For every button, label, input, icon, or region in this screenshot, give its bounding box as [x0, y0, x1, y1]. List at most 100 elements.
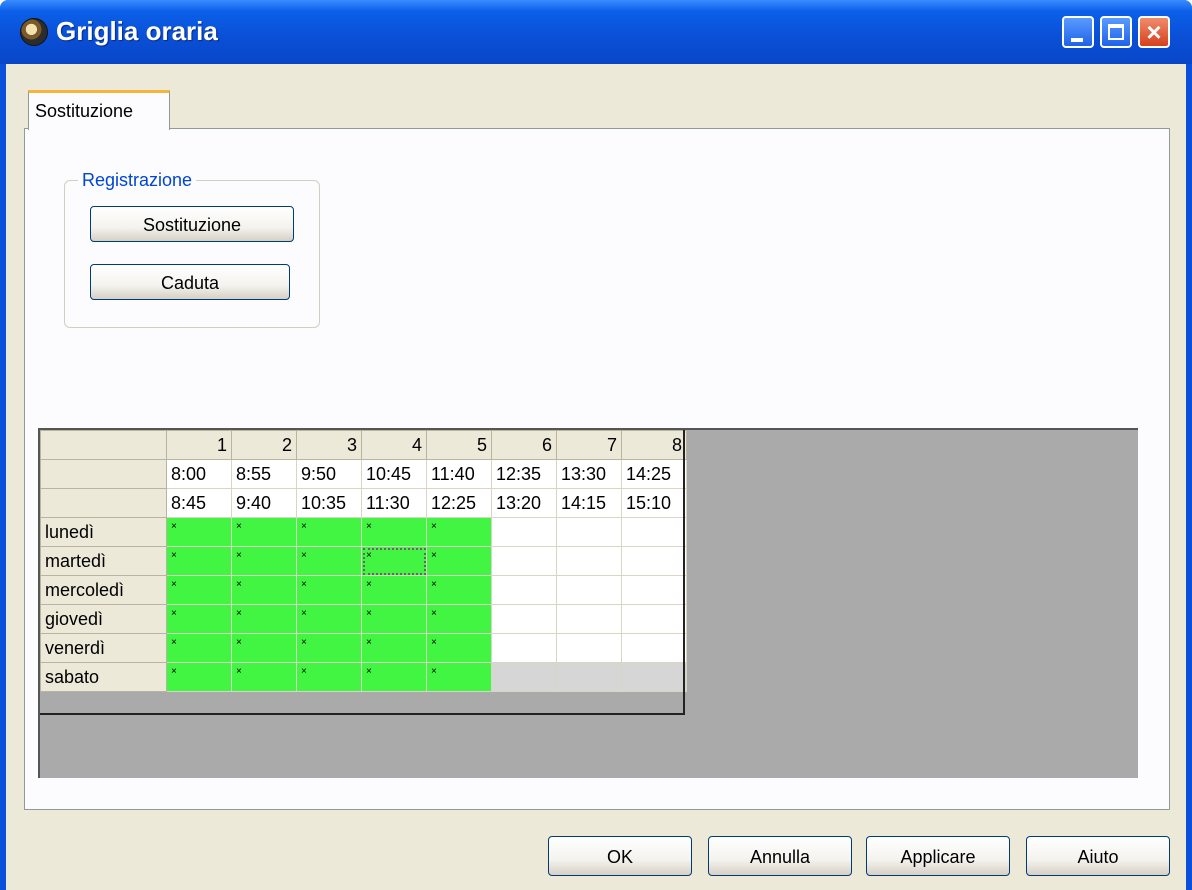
end-time-cell: 14:15	[556, 488, 622, 518]
timetable-cell[interactable]: ×	[361, 604, 427, 634]
start-time-cell: 9:50	[296, 459, 362, 489]
day-label: venerdì	[40, 633, 167, 663]
timetable-grid: 1 2 3 4 5 6 7 8 8:00 8:55 9:50 10:45 11:40 12:35 13:30…	[40, 430, 687, 692]
aiuto-button[interactable]: Aiuto	[1026, 836, 1170, 876]
period-number-cell: 7	[556, 430, 622, 460]
period-number-cell: 3	[296, 430, 362, 460]
end-time-cell: 10:35	[296, 488, 362, 518]
maximize-icon	[1108, 24, 1124, 40]
timetable-cell[interactable]	[621, 604, 687, 634]
timetable-cell[interactable]: ×	[166, 575, 232, 605]
applicare-button[interactable]: Applicare	[866, 836, 1010, 876]
timetable-cell[interactable]	[621, 517, 687, 547]
period-number-cell: 2	[231, 430, 297, 460]
timetable-cell[interactable]: ×	[361, 546, 427, 576]
close-icon: ×	[1146, 17, 1162, 47]
timetable-cell[interactable]	[621, 633, 687, 663]
timetable-cell[interactable]: ×	[296, 517, 362, 547]
timetable-cell[interactable]: ×	[166, 633, 232, 663]
corner-cell	[40, 459, 167, 489]
timetable-cell[interactable]: ×	[296, 546, 362, 576]
sostituzione-button[interactable]: Sostituzione	[90, 206, 294, 242]
start-time-cell: 11:40	[426, 459, 492, 489]
end-time-cell: 15:10	[621, 488, 687, 518]
start-time-cell: 10:45	[361, 459, 427, 489]
corner-cell	[40, 488, 167, 518]
timetable-cell[interactable]: ×	[296, 604, 362, 634]
timetable-cell[interactable]: ×	[231, 604, 297, 634]
timetable-cell[interactable]: ×	[426, 604, 492, 634]
timetable-cell[interactable]: ×	[231, 546, 297, 576]
timetable-cell[interactable]	[491, 546, 557, 576]
ok-button[interactable]: OK	[548, 836, 692, 876]
start-time-cell: 8:00	[166, 459, 232, 489]
start-time-cell: 14:25	[621, 459, 687, 489]
timetable-cell[interactable]: ×	[231, 662, 297, 692]
caduta-button[interactable]: Caduta	[90, 264, 290, 300]
timetable-cell[interactable]	[556, 662, 622, 692]
timetable-cell[interactable]: ×	[361, 517, 427, 547]
timetable-cell[interactable]	[491, 604, 557, 634]
timetable-cell[interactable]: ×	[166, 604, 232, 634]
timetable-cell[interactable]: ×	[296, 633, 362, 663]
timetable-cell[interactable]	[491, 575, 557, 605]
timetable-cell[interactable]: ×	[166, 546, 232, 576]
day-label: mercoledì	[40, 575, 167, 605]
timetable-cell[interactable]: ×	[296, 575, 362, 605]
grid-day-row: sabato × × × × ×	[40, 662, 687, 692]
minimize-button[interactable]	[1062, 16, 1094, 48]
title-bar[interactable]: Griglia oraria ×	[0, 0, 1192, 64]
registration-legend: Registrazione	[78, 170, 197, 191]
timetable-cell[interactable]	[491, 633, 557, 663]
day-label: sabato	[40, 662, 167, 692]
timetable-cell[interactable]: ×	[426, 546, 492, 576]
period-number-cell: 1	[166, 430, 232, 460]
start-time-cell: 12:35	[491, 459, 557, 489]
close-button[interactable]: ×	[1138, 16, 1170, 48]
timetable-cell[interactable]: ×	[361, 662, 427, 692]
clock-icon	[20, 18, 48, 46]
timetable-cell[interactable]: ×	[426, 633, 492, 663]
timetable-cell[interactable]: ×	[361, 575, 427, 605]
grid-day-row: martedì × × × × ×	[40, 546, 687, 576]
timetable-cell[interactable]	[556, 575, 622, 605]
timetable-cell[interactable]	[556, 517, 622, 547]
timetable-cell[interactable]: ×	[231, 633, 297, 663]
annulla-button[interactable]: Annulla	[708, 836, 852, 876]
timetable-cell[interactable]	[556, 546, 622, 576]
timetable-cell[interactable]: ×	[296, 662, 362, 692]
day-label: lunedì	[40, 517, 167, 547]
grid-day-row: giovedì × × × × ×	[40, 604, 687, 634]
tab-sostituzione[interactable]: Sostituzione	[28, 90, 170, 130]
timetable-cell[interactable]: ×	[426, 575, 492, 605]
timetable-cell[interactable]: ×	[231, 575, 297, 605]
day-label: martedì	[40, 546, 167, 576]
end-time-cell: 12:25	[426, 488, 492, 518]
period-number-cell: 4	[361, 430, 427, 460]
grid-header-row: 8:45 9:40 10:35 11:30 12:25 13:20 14:15 15:10	[40, 488, 687, 518]
timetable-cell[interactable]: ×	[426, 517, 492, 547]
timetable-cell[interactable]	[621, 546, 687, 576]
start-time-cell: 8:55	[231, 459, 297, 489]
day-label: giovedì	[40, 604, 167, 634]
timetable-cell[interactable]	[556, 604, 622, 634]
timetable-cell[interactable]: ×	[426, 662, 492, 692]
timetable-cell[interactable]: ×	[361, 633, 427, 663]
grid-day-row: venerdì × × × × ×	[40, 633, 687, 663]
timetable-cell[interactable]	[491, 517, 557, 547]
timetable-cell[interactable]	[491, 662, 557, 692]
registration-group	[64, 180, 320, 328]
period-number-cell: 5	[426, 430, 492, 460]
end-time-cell: 11:30	[361, 488, 427, 518]
timetable-cell[interactable]: ×	[166, 662, 232, 692]
corner-cell	[40, 430, 167, 460]
timetable-cell[interactable]: ×	[231, 517, 297, 547]
timetable-cell[interactable]: ×	[166, 517, 232, 547]
timetable-cell[interactable]	[621, 662, 687, 692]
end-time-cell: 8:45	[166, 488, 232, 518]
maximize-button[interactable]	[1100, 16, 1132, 48]
timetable-cell[interactable]	[556, 633, 622, 663]
timetable-cell[interactable]	[621, 575, 687, 605]
grid-day-row: lunedì × × × × ×	[40, 517, 687, 547]
grid-header-row: 12345678	[40, 430, 687, 460]
